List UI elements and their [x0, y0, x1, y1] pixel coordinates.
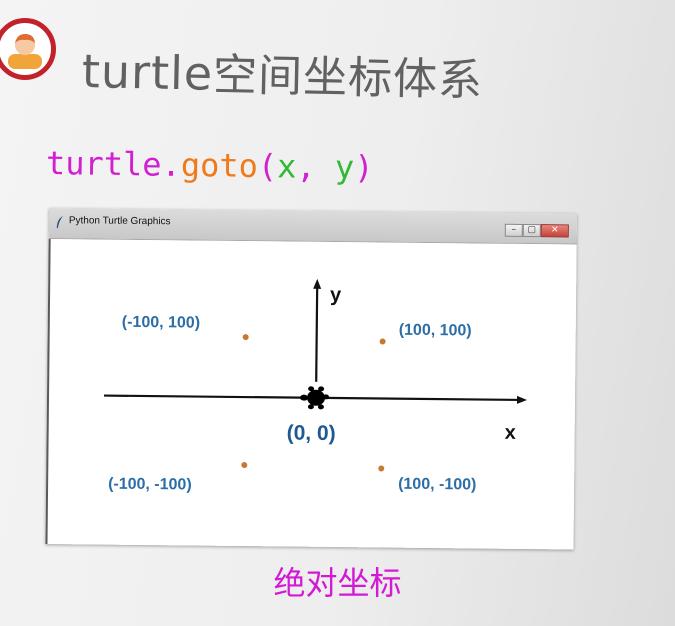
code-snippet: turtle.goto(x, y): [46, 144, 374, 187]
close-button[interactable]: ✕: [540, 224, 569, 238]
turtle-canvas[interactable]: y x (-100, 100) (100, 100) (0, 0) (-100,…: [45, 238, 577, 550]
coordinate-axes: [104, 278, 528, 472]
caption-absolute-coordinates: 绝对坐标: [273, 564, 402, 602]
y-axis-label: y: [329, 283, 342, 307]
x-axis-label: x: [504, 421, 516, 444]
code-close-paren: ): [353, 148, 374, 187]
turtle-graphics-window: Python Turtle Graphics – ▢ ✕ y x (-100, …: [45, 208, 577, 550]
point-top-left: [242, 334, 249, 341]
code-object: turtle: [45, 144, 162, 184]
code-open-paren: (: [257, 146, 278, 186]
point-top-right: [379, 338, 386, 345]
window-controls: – ▢ ✕: [504, 223, 569, 238]
maximize-button[interactable]: ▢: [522, 223, 541, 238]
label-bottom-left: (-100, -100): [108, 475, 192, 494]
label-top-left: (-100, 100): [121, 313, 201, 332]
point-bottom-right: [378, 465, 385, 472]
x-axis-arrow: [516, 395, 528, 404]
feather-icon: [56, 216, 63, 229]
code-dot: .: [161, 145, 182, 184]
user-avatar-icon: [8, 34, 42, 69]
avatar: [0, 18, 56, 80]
minimize-button[interactable]: –: [504, 223, 523, 237]
label-top-right: (100, 100): [398, 321, 472, 340]
window-title: Python Turtle Graphics: [68, 215, 171, 228]
code-arg-x: x: [276, 147, 297, 186]
y-axis-line: [315, 285, 319, 382]
label-origin: (0, 0): [286, 421, 336, 446]
title-cjk: 空间坐标体系: [212, 49, 484, 107]
label-bottom-right: (100, -100): [398, 475, 477, 494]
turtle-icon: [300, 386, 330, 410]
code-arg-y: y: [334, 148, 355, 187]
code-comma: ,: [296, 147, 336, 187]
y-axis-arrow: [313, 278, 322, 289]
code-method: goto: [180, 145, 259, 185]
page-title: turtle空间坐标体系: [81, 36, 483, 108]
point-bottom-left: [241, 462, 248, 469]
title-latin: turtle: [81, 44, 214, 101]
